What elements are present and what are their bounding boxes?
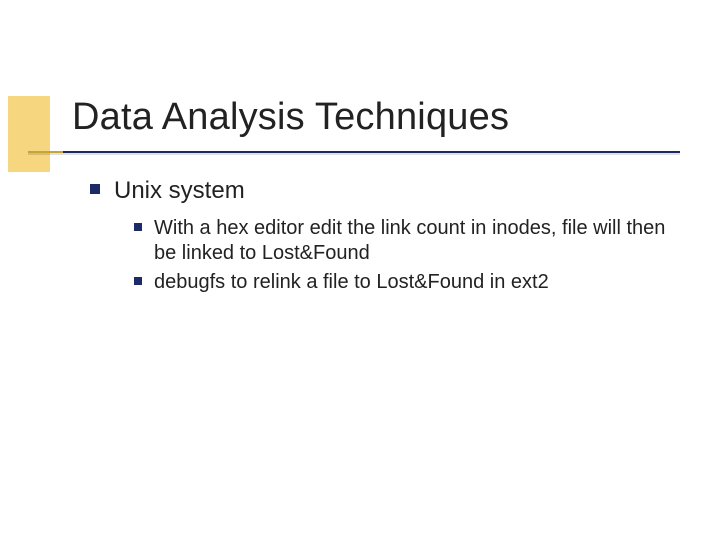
title-underline — [28, 151, 680, 153]
title-accent-block — [8, 96, 50, 172]
bullet-level2: With a hex editor edit the link count in… — [134, 216, 670, 266]
slide: Data Analysis Techniques Unix system Wit… — [0, 0, 720, 540]
bullet-level2-text: debugfs to relink a file to Lost&Found i… — [154, 270, 549, 295]
slide-body: Unix system With a hex editor edit the l… — [90, 176, 670, 299]
sub-bullet-list: With a hex editor edit the link count in… — [134, 216, 670, 295]
square-bullet-icon — [90, 184, 100, 194]
square-bullet-icon — [134, 223, 142, 231]
bullet-level1-text: Unix system — [114, 176, 245, 206]
title-underline-accent — [28, 151, 63, 153]
bullet-level2-text: With a hex editor edit the link count in… — [154, 216, 670, 266]
bullet-level1: Unix system — [90, 176, 670, 206]
square-bullet-icon — [134, 277, 142, 285]
slide-title: Data Analysis Techniques — [72, 96, 509, 139]
bullet-level2: debugfs to relink a file to Lost&Found i… — [134, 270, 670, 295]
